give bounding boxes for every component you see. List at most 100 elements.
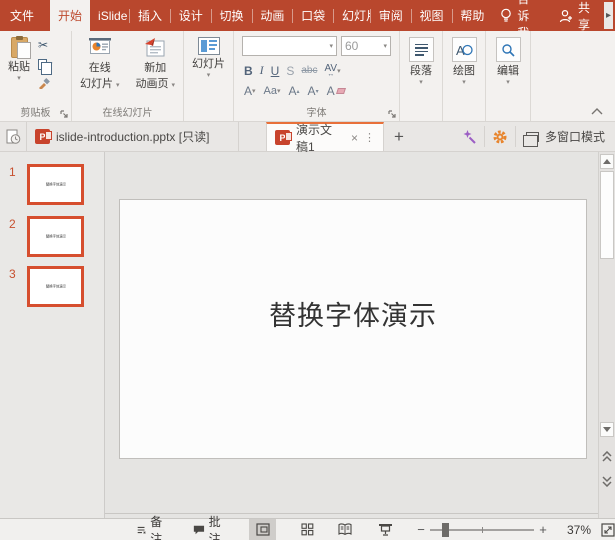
new-animation-page-button[interactable]: 新加 动画页 ▾ xyxy=(135,31,175,105)
history-icon xyxy=(6,129,21,145)
scrollbar-thumb[interactable] xyxy=(600,171,614,259)
slideshow-podium-icon xyxy=(378,523,393,536)
menu-tab-design[interactable]: 设计 xyxy=(171,0,211,31)
new-slide-button[interactable]: 幻灯片 ▾ xyxy=(192,31,225,105)
menu-tab-insert[interactable]: 插入 xyxy=(130,0,170,31)
recent-files-button[interactable] xyxy=(0,122,27,151)
comments-button[interactable]: 批注 xyxy=(193,513,229,540)
slide-editor[interactable]: 替换字体演示 xyxy=(119,199,587,459)
font-color-button[interactable]: A▾ xyxy=(244,84,256,98)
settings-gear-button[interactable] xyxy=(485,122,515,151)
main-area: 1 替换字体演示 2 替换字体演示 3 替换字体演示 替换字体演示 xyxy=(0,152,615,518)
bold-button[interactable]: B xyxy=(244,64,253,78)
notes-button[interactable]: 备注 xyxy=(136,513,171,540)
ribbon-group-online-slides: 在线 幻灯片 ▾ 新加 动画页 ▾ 在线幻灯片 xyxy=(72,31,184,121)
new-animation-page-icon xyxy=(142,37,168,59)
online-slides-icon xyxy=(87,37,113,59)
menu-tab-help[interactable]: 帮助 xyxy=(452,0,492,31)
format-painter-button[interactable] xyxy=(38,76,53,90)
online-slides-group-label: 在线幻灯片 xyxy=(72,104,183,119)
notes-icon xyxy=(136,524,146,536)
menu-tab-transition[interactable]: 切换 xyxy=(212,0,252,31)
zoom-out-button[interactable]: − xyxy=(415,522,427,537)
menu-tab-view[interactable]: 视图 xyxy=(412,0,452,31)
new-animation-page-label-line1: 新加 xyxy=(144,62,166,75)
slideshow-view-button[interactable] xyxy=(372,519,399,540)
clipboard-dialog-launcher[interactable] xyxy=(60,110,68,118)
islide-wand-button[interactable] xyxy=(454,122,484,151)
new-slide-label: 幻灯片 xyxy=(192,58,225,71)
copy-icon xyxy=(38,59,47,70)
paragraph-lines-icon xyxy=(409,37,434,62)
zoom-in-button[interactable]: + xyxy=(537,522,549,537)
fit-to-window-button[interactable] xyxy=(601,523,615,537)
menu-tab-slideshow[interactable]: 幻灯片 xyxy=(334,0,370,31)
zoom-slider-handle[interactable] xyxy=(442,523,449,537)
next-slide-button[interactable] xyxy=(600,472,614,490)
menu-bar: 文件 开始 iSlide 插入 设计 切换 动画 口袋 幻灯片 审阅 视图 帮助… xyxy=(0,0,615,31)
clear-formatting-button[interactable]: A xyxy=(327,84,345,98)
share-button[interactable]: 共享 xyxy=(551,0,598,31)
multi-window-icon xyxy=(526,132,539,142)
powerpoint-file-icon: P xyxy=(35,129,50,144)
grow-font-button[interactable]: A xyxy=(289,84,300,98)
double-chevron-up-icon xyxy=(602,451,612,463)
new-tab-button[interactable]: + xyxy=(384,122,414,151)
document-tab-presentation1[interactable]: P 演示文稿1 × ⋮ xyxy=(266,122,384,151)
scroll-down-button[interactable] xyxy=(600,422,614,437)
menu-tab-pocket[interactable]: 口袋 xyxy=(293,0,333,31)
menu-tab-animation[interactable]: 动画 xyxy=(252,0,292,31)
shrink-font-button[interactable]: A xyxy=(308,84,319,98)
clipboard-icon xyxy=(11,37,28,58)
slide-thumbnail-3[interactable]: 替换字体演示 xyxy=(27,266,84,307)
cut-button[interactable]: ✂ xyxy=(38,38,53,52)
font-size-value: 60 xyxy=(345,39,358,53)
menu-tab-islide[interactable]: iSlide xyxy=(90,0,129,31)
lightbulb-icon xyxy=(500,8,512,23)
menu-tab-review[interactable]: 审阅 xyxy=(371,0,411,31)
previous-slide-button[interactable] xyxy=(600,448,614,466)
underline-button[interactable]: U xyxy=(271,64,280,78)
paste-button[interactable]: 粘贴 ▾ xyxy=(0,31,38,105)
tell-me-button[interactable]: 告诉我 xyxy=(492,0,545,31)
font-name-combobox[interactable]: ▾ xyxy=(242,36,337,56)
reading-view-button[interactable] xyxy=(331,519,358,540)
online-slides-button[interactable]: 在线 幻灯片 ▾ xyxy=(80,31,120,105)
document-tab-islide-introduction[interactable]: P islide-introduction.pptx [只读] xyxy=(27,122,239,151)
change-case-button[interactable]: Aa▾ xyxy=(264,85,281,97)
text-shadow-button[interactable]: S xyxy=(286,64,294,78)
zoom-control: − + 37% xyxy=(415,522,615,537)
scroll-up-button[interactable] xyxy=(600,154,614,169)
menu-overflow-button[interactable]: ▸ xyxy=(604,2,613,29)
paragraph-button[interactable]: 段落 ▾ xyxy=(409,31,434,105)
format-painter-icon xyxy=(38,77,50,89)
normal-view-button[interactable] xyxy=(249,519,276,540)
editing-button[interactable]: 编辑 ▾ xyxy=(496,31,521,105)
magnifier-icon xyxy=(496,37,521,62)
zoom-slider[interactable] xyxy=(430,523,534,537)
collapse-ribbon-button[interactable] xyxy=(591,108,603,115)
drawing-button[interactable]: A 绘图 ▾ xyxy=(452,31,477,105)
multi-window-mode-button[interactable]: 多窗口模式 xyxy=(516,122,615,151)
menu-tab-file[interactable]: 文件 xyxy=(2,0,42,31)
ribbon-group-font: ▾ 60 ▾ B I U S abc AV▾ A▾ Aa▾ A A A 字体 xyxy=(234,31,400,121)
font-dialog-launcher[interactable] xyxy=(388,110,396,118)
strikethrough-button[interactable]: abc xyxy=(301,65,317,76)
drawing-label: 绘图 xyxy=(453,65,475,78)
menu-tab-home[interactable]: 开始 xyxy=(50,0,90,31)
triangle-down-icon xyxy=(603,427,611,432)
italic-button[interactable]: I xyxy=(260,63,264,78)
zoom-percentage[interactable]: 37% xyxy=(557,523,591,537)
slide-title-text[interactable]: 替换字体演示 xyxy=(120,294,586,333)
copy-button[interactable]: ▾ xyxy=(38,57,53,71)
tab-more-icon[interactable]: ⋮ xyxy=(364,131,375,144)
slide-thumbnail-2[interactable]: 替换字体演示 xyxy=(27,216,84,257)
slide-thumbnail-1[interactable]: 替换字体演示 xyxy=(27,164,84,205)
document-tab-label: islide-introduction.pptx [只读] xyxy=(56,128,209,145)
character-spacing-button[interactable]: AV▾ xyxy=(324,63,340,78)
zoom-slider-center-tick xyxy=(482,527,483,533)
font-size-combobox[interactable]: 60 ▾ xyxy=(341,36,391,56)
slide-sorter-view-button[interactable] xyxy=(294,519,321,540)
new-animation-page-label-line2: 动画页 ▾ xyxy=(135,78,175,91)
close-tab-icon[interactable]: × xyxy=(351,131,358,145)
